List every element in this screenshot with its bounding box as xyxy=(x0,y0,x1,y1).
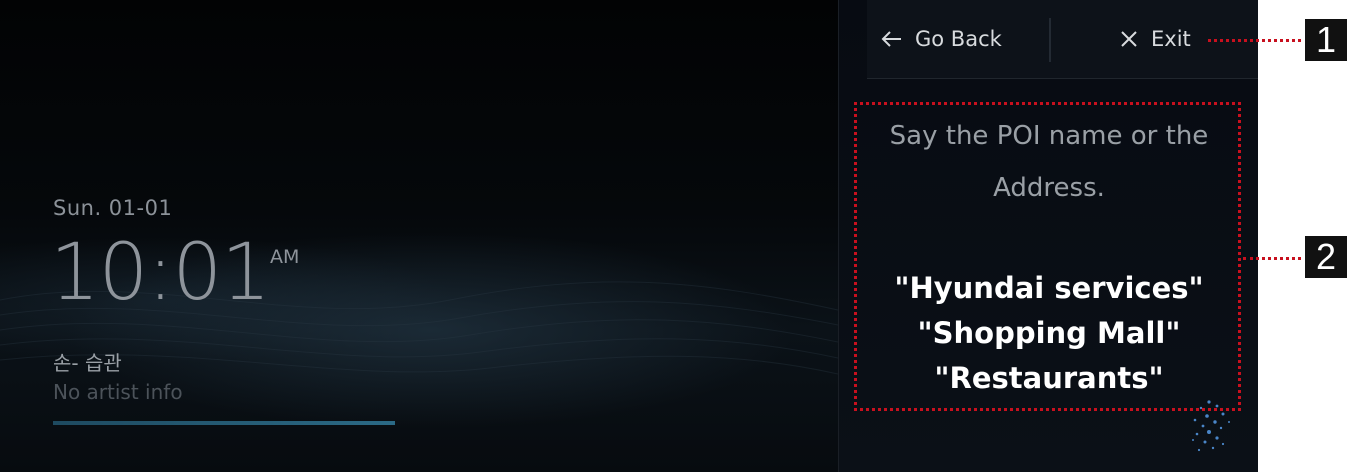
clock-time: 10:01 xyxy=(50,228,271,318)
callout-2-leader xyxy=(1243,257,1301,260)
topbar-divider xyxy=(1049,18,1051,62)
voice-top-bar: Go Back Exit xyxy=(867,0,1258,79)
exit-label: Exit xyxy=(1151,27,1191,51)
song-title: 손- 습관 xyxy=(53,351,122,375)
content-highlight-box xyxy=(854,102,1241,411)
close-icon xyxy=(1121,31,1137,47)
arrow-left-icon xyxy=(881,31,901,47)
callout-1-badge: 1 xyxy=(1305,19,1347,61)
exit-button[interactable]: Exit xyxy=(1119,18,1191,60)
callout-2-badge: 2 xyxy=(1305,236,1347,278)
media-progress-fill xyxy=(53,421,395,425)
media-progress-bar[interactable] xyxy=(53,421,395,425)
artist-name: No artist info xyxy=(53,380,183,404)
go-back-label: Go Back xyxy=(915,27,1002,51)
callout-1-leader xyxy=(1208,39,1301,42)
clock-ampm: AM xyxy=(270,246,300,268)
date-label: Sun. 01-01 xyxy=(53,196,173,220)
go-back-button[interactable]: Go Back xyxy=(881,18,1002,60)
home-wallpaper: Sun. 01-01 10:01 AM 손- 습관 No artist info xyxy=(0,0,838,472)
